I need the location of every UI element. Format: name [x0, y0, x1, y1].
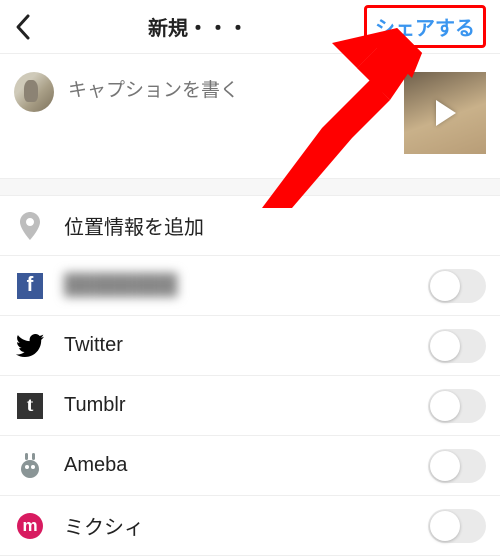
twitter-icon: [14, 334, 46, 358]
video-thumbnail[interactable]: [404, 72, 486, 154]
share-label-facebook: ████████: [64, 274, 428, 297]
avatar: [14, 72, 54, 112]
share-label-mixi: ミクシィ: [64, 511, 428, 540]
add-location-label: 位置情報を追加: [64, 211, 486, 240]
toggle-facebook[interactable]: [428, 269, 486, 303]
play-icon: [436, 100, 456, 126]
toggle-twitter[interactable]: [428, 329, 486, 363]
caption-input[interactable]: [68, 72, 394, 102]
share-label-ameba: Ameba: [64, 454, 428, 477]
ameba-icon: [14, 451, 46, 481]
page-title: 新規・・・: [32, 12, 364, 41]
share-row-mixi: m ミクシィ: [0, 496, 500, 556]
caption-row: [0, 54, 500, 178]
toggle-tumblr[interactable]: [428, 389, 486, 423]
add-location-row[interactable]: 位置情報を追加: [0, 196, 500, 256]
share-label-tumblr: Tumblr: [64, 394, 428, 417]
share-row-twitter: Twitter: [0, 316, 500, 376]
facebook-icon: f: [14, 273, 46, 299]
share-row-ameba: Ameba: [0, 436, 500, 496]
share-row-facebook: f ████████: [0, 256, 500, 316]
toggle-ameba[interactable]: [428, 449, 486, 483]
section-divider: [0, 178, 500, 196]
mixi-icon: m: [14, 513, 46, 539]
toggle-mixi[interactable]: [428, 509, 486, 543]
share-label-twitter: Twitter: [64, 334, 428, 357]
location-pin-icon: [14, 212, 46, 240]
share-button[interactable]: シェアする: [364, 5, 486, 48]
tumblr-icon: t: [14, 393, 46, 419]
share-row-tumblr: t Tumblr: [0, 376, 500, 436]
back-icon[interactable]: [14, 13, 32, 41]
